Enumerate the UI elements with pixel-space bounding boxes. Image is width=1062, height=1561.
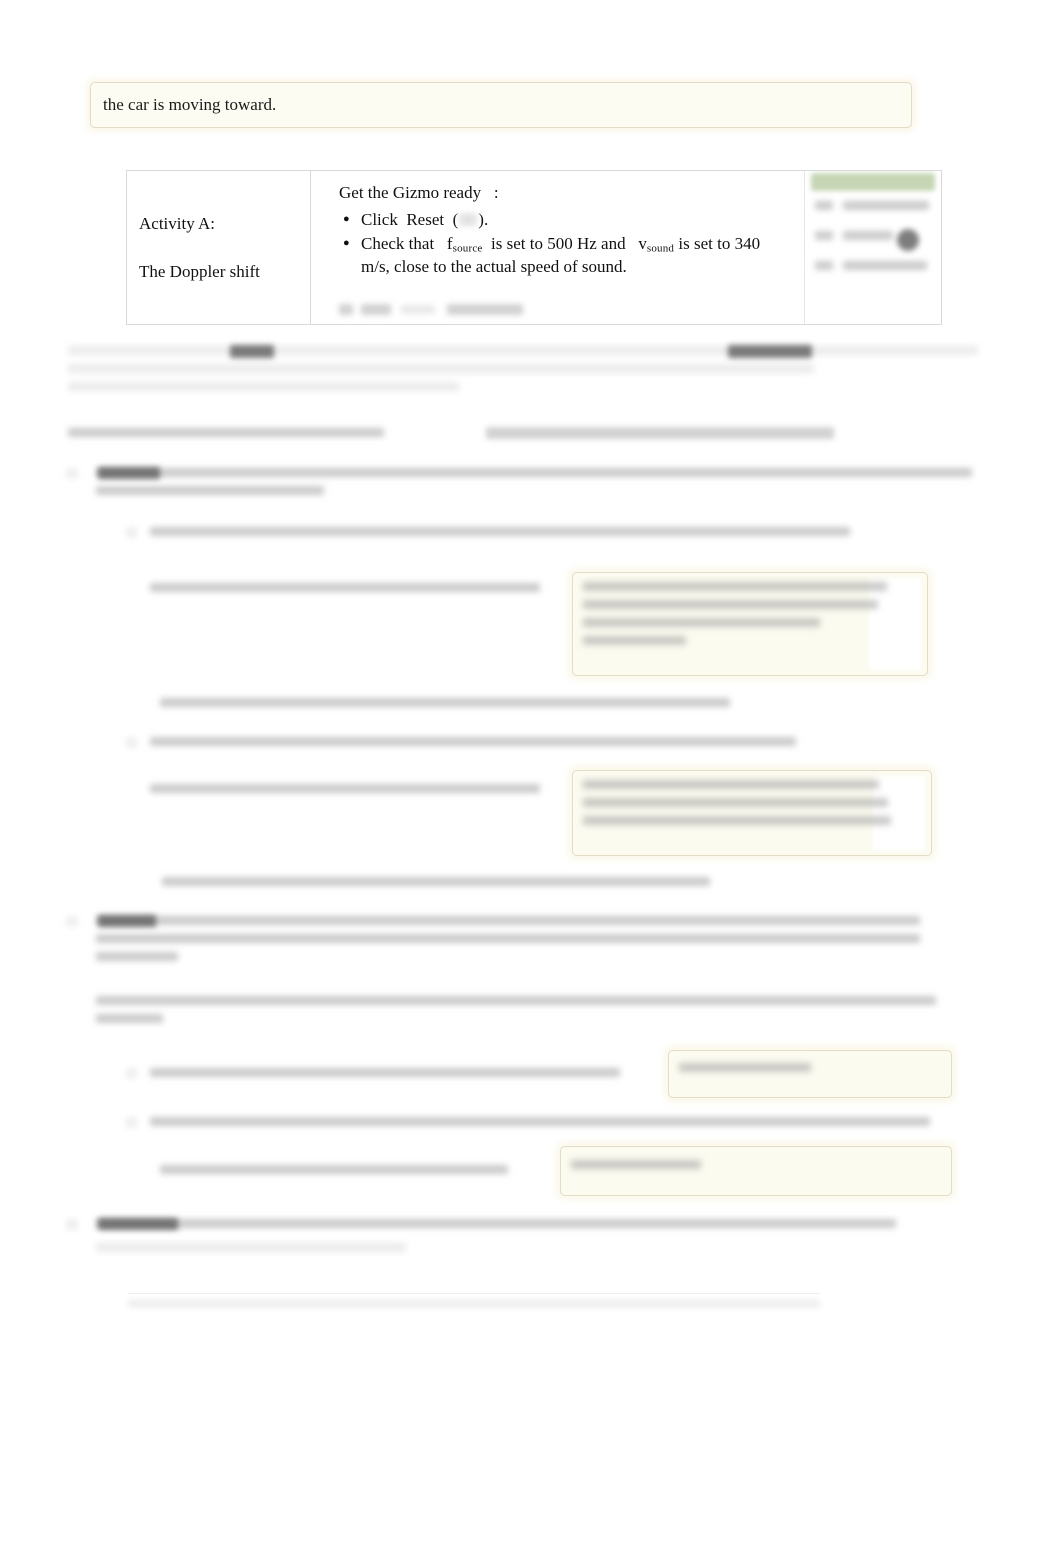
- fsource-symbol: fsource: [446, 234, 483, 255]
- blurred-prompt-1: [150, 583, 540, 601]
- blurred-item-2-bold: [98, 915, 156, 927]
- answer-box-3-blurred-text: [679, 1063, 811, 1081]
- document-page: the car is moving toward. Activity A: Th…: [0, 0, 1062, 1561]
- blurred-item-2-number: [66, 916, 78, 927]
- blurred-item-1-number: [66, 468, 78, 479]
- blurred-item-3-number: [66, 1219, 78, 1230]
- blurred-item-1: [96, 468, 972, 504]
- blurred-prompt-2: [150, 784, 540, 802]
- blurred-intro-bold-2: [728, 345, 812, 358]
- activity-gizmo-panel-cell: [805, 171, 941, 324]
- blurred-subitem-1b: [150, 737, 796, 755]
- gizmo-panel-blurred-rows: [815, 201, 931, 224]
- blurred-subitem-1a: [150, 527, 850, 545]
- reset-button-icon[interactable]: [458, 212, 479, 227]
- get-gizmo-ready-heading: Get the Gizmo ready :: [339, 183, 788, 203]
- blurred-subitem-1a-marker: [126, 527, 137, 538]
- instruction-click-word: Click: [361, 210, 398, 229]
- blurred-statement-2: [162, 877, 710, 895]
- activity-a-table: Activity A: The Doppler shift Get the Gi…: [126, 170, 942, 325]
- get-gizmo-ready-label: Get the Gizmo ready: [339, 183, 482, 202]
- activity-title-cell: Activity A: The Doppler shift: [127, 171, 311, 324]
- instruction-click-reset: Click Reset ().: [343, 209, 788, 231]
- answer-box-1-blurred-text: [583, 582, 887, 654]
- blurred-item-2: [96, 916, 920, 970]
- blurred-statement-1: [160, 698, 730, 716]
- answer-box-1[interactable]: [572, 572, 928, 676]
- blurred-question-header-underline: [486, 427, 834, 439]
- blurred-subitem-2b-marker: [126, 1117, 137, 1128]
- blurred-intro-bold-1: [230, 345, 274, 358]
- instruction-close-paren: ).: [478, 210, 489, 229]
- footer-divider: [128, 1293, 820, 1294]
- answer-box-3[interactable]: [668, 1050, 952, 1098]
- vsound-symbol: vsound: [638, 234, 675, 255]
- answer-box-4-blurred-text: [571, 1160, 701, 1178]
- gizmo-panel-knob: [897, 229, 919, 251]
- gizmo-panel-blurred-row-3: [815, 261, 931, 284]
- instruction-reset-word: Reset: [406, 210, 445, 229]
- blurred-item-2-followup: [96, 996, 936, 1032]
- answer-box-2[interactable]: [572, 770, 932, 856]
- answer-box-2-blurred-text: [583, 780, 891, 834]
- blurred-item-3: [96, 1219, 896, 1237]
- activity-instructions-cell: Get the Gizmo ready : Click Reset (). Ch…: [311, 171, 805, 324]
- blurred-item-3-bold: [98, 1218, 178, 1230]
- gizmo-instruction-list: Click Reset (). Check that fsource is se…: [339, 209, 788, 278]
- check-that-label: Check that: [361, 234, 435, 254]
- blurred-third-bullet: [339, 302, 589, 318]
- answer-box-4[interactable]: [560, 1146, 952, 1196]
- blurred-footer-text: [128, 1300, 820, 1314]
- blurred-subitem-2b: [150, 1117, 930, 1135]
- frequency-statement: is set to 500 Hz and: [491, 234, 626, 254]
- blurred-subitem-1b-marker: [126, 737, 137, 748]
- blurred-item-3-continuation: [96, 1243, 406, 1261]
- blurred-subitem-2a: [150, 1068, 620, 1086]
- activity-subtitle: The Doppler shift: [139, 261, 260, 281]
- activity-title: Activity A:: [139, 213, 216, 233]
- blurred-subitem-2a-marker: [126, 1068, 137, 1079]
- blurred-prompt-3: [160, 1165, 508, 1183]
- get-gizmo-ready-colon: :: [493, 183, 499, 202]
- blurred-intro-paragraph: [68, 346, 978, 400]
- blurred-item-1-bold: [98, 467, 160, 479]
- top-answer-text: the car is moving toward.: [103, 95, 277, 115]
- top-answer-box[interactable]: the car is moving toward.: [90, 82, 912, 128]
- instruction-check-frequencies: Check that fsource is set to 500 Hz and …: [343, 233, 788, 278]
- gizmo-panel-green-bar: [811, 173, 935, 191]
